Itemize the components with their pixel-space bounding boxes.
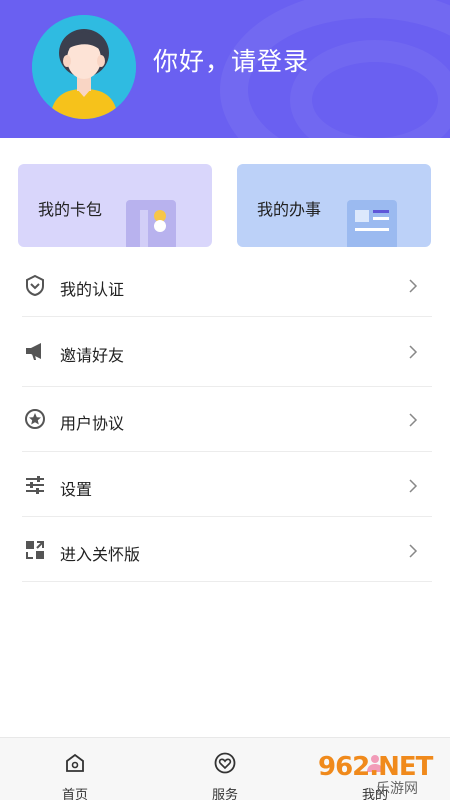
profile-header: 你好，请登录 xyxy=(0,0,450,138)
login-prompt[interactable]: 你好，请登录 xyxy=(153,42,309,78)
chevron-right-icon xyxy=(406,412,420,427)
profile-page: 你好，请登录 我的卡包 我的办事 我的认证 邀请好友 用户协议 设置 进入关怀版… xyxy=(0,0,450,800)
star-circle-icon xyxy=(24,408,46,430)
document-icon xyxy=(345,200,399,247)
heart-circle-icon xyxy=(214,752,236,774)
verify-badge-icon xyxy=(24,274,46,297)
menu-item-settings[interactable]: 设置 xyxy=(22,452,432,517)
menu-item-invite-friends[interactable]: 邀请好友 xyxy=(22,317,432,387)
care-mode-icon xyxy=(24,539,46,561)
menu-item-verification[interactable]: 我的认证 xyxy=(22,252,432,317)
chevron-right-icon xyxy=(406,478,420,493)
watermark-subtext: 乐游网 xyxy=(376,781,418,797)
tab-home[interactable]: 首页 xyxy=(30,738,120,800)
menu-label: 设置 xyxy=(60,480,93,499)
my-affairs-label: 我的办事 xyxy=(257,200,322,219)
my-affairs-card[interactable]: 我的办事 xyxy=(237,164,431,247)
tab-label: 服务 xyxy=(211,788,238,800)
tab-services[interactable]: 服务 xyxy=(180,738,270,800)
chevron-right-icon xyxy=(406,543,420,558)
menu-item-care-mode[interactable]: 进入关怀版 xyxy=(22,517,432,582)
tab-label: 首页 xyxy=(61,788,88,800)
sliders-icon xyxy=(24,474,46,496)
home-icon xyxy=(64,752,86,774)
menu-label: 邀请好友 xyxy=(60,346,125,365)
menu-label: 我的认证 xyxy=(60,280,125,299)
megaphone-icon xyxy=(24,340,46,362)
user-avatar-icon[interactable] xyxy=(32,15,136,119)
menu-label: 用户协议 xyxy=(60,414,125,433)
my-wallet-card[interactable]: 我的卡包 xyxy=(18,164,212,247)
chevron-right-icon xyxy=(406,278,420,293)
chevron-right-icon xyxy=(406,344,420,359)
settings-menu: 我的认证 邀请好友 用户协议 设置 进入关怀版 xyxy=(22,252,432,582)
menu-label: 进入关怀版 xyxy=(60,545,141,564)
card-wallet-icon xyxy=(126,200,180,247)
my-wallet-label: 我的卡包 xyxy=(38,200,103,219)
menu-item-user-agreement[interactable]: 用户协议 xyxy=(22,387,432,452)
